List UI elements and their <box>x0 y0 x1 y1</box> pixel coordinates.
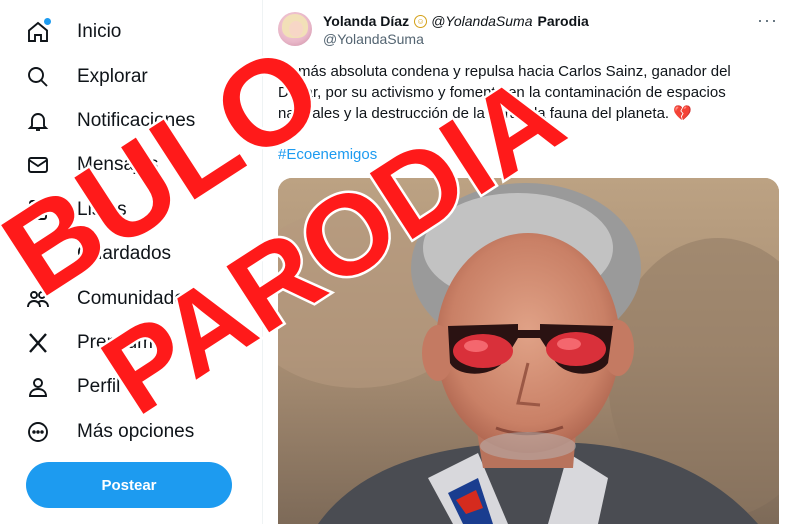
sidebar-item-explorar[interactable]: Explorar <box>26 55 148 99</box>
sidebar-item-label: Mensajes <box>77 154 159 175</box>
post-button[interactable]: Postear <box>26 462 232 508</box>
mail-icon <box>26 151 66 179</box>
sidebar-item-label: Inicio <box>77 21 122 42</box>
sidebar-item-label: Premium <box>77 332 154 353</box>
tweet-author-row: Yolanda Díaz ☺ @YolandaSuma Parodia <box>323 13 589 29</box>
tweet-photo[interactable] <box>278 178 779 524</box>
sidebar-item-inicio[interactable]: Inicio <box>26 10 121 54</box>
more-circle-icon <box>26 418 66 446</box>
person-icon <box>26 373 66 401</box>
carlos-sainz-photo <box>278 178 779 524</box>
sidebar-item-listas[interactable]: Listas <box>26 188 127 232</box>
sidebar-item-comunidades[interactable]: Comunidades <box>26 277 194 321</box>
sidebar-item-guardados[interactable]: Guardados <box>26 232 171 276</box>
sidebar-item-label: Perfil <box>77 376 121 397</box>
x-logo-icon <box>26 329 66 357</box>
emoji-badge-icon: ☺ <box>414 14 428 28</box>
tweet: Yolanda Díaz ☺ @YolandaSuma Parodia @Yol… <box>263 0 800 524</box>
search-icon <box>26 63 66 91</box>
list-icon <box>26 196 66 224</box>
sidebar-item-label: Listas <box>77 199 127 220</box>
parody-label: Parodia <box>537 13 589 29</box>
username-handle[interactable]: @YolandaSuma <box>323 31 424 47</box>
home-icon <box>26 18 66 46</box>
bookmark-icon <box>26 240 66 268</box>
avatar[interactable] <box>278 12 312 46</box>
communities-icon <box>26 285 66 313</box>
hashtag-link[interactable]: #Ecoenemigos <box>278 146 377 163</box>
sidebar-item-premium[interactable]: Premium <box>26 321 153 365</box>
display-name[interactable]: Yolanda Díaz <box>323 13 409 29</box>
bell-icon <box>26 107 66 135</box>
sidebar-item-label: Guardados <box>77 243 172 264</box>
sidebar-nav: Inicio Explorar Notificaciones Mensajes … <box>0 0 262 524</box>
sidebar-item-label: Explorar <box>77 66 148 87</box>
sidebar-item-label: Comunidades <box>77 288 195 309</box>
sidebar-item-label: Notificaciones <box>77 110 196 131</box>
more-options-icon[interactable]: ··· <box>757 10 778 31</box>
sidebar-item-notificaciones[interactable]: Notificaciones <box>26 99 195 143</box>
sidebar-item-mas-opciones[interactable]: Más opciones <box>26 410 194 454</box>
handle-italic: @YolandaSuma <box>431 13 533 29</box>
sidebar-item-mensajes[interactable]: Mensajes <box>26 143 158 187</box>
sidebar-item-label: Más opciones <box>77 421 195 442</box>
notification-dot <box>44 18 51 25</box>
tweet-text: Mi más absoluta condena y repulsa hacia … <box>278 61 778 124</box>
broken-heart-icon: 💔 <box>673 105 692 122</box>
tweet-body: Mi más absoluta condena y repulsa hacia … <box>278 63 731 122</box>
sidebar-item-perfil[interactable]: Perfil <box>26 365 120 409</box>
